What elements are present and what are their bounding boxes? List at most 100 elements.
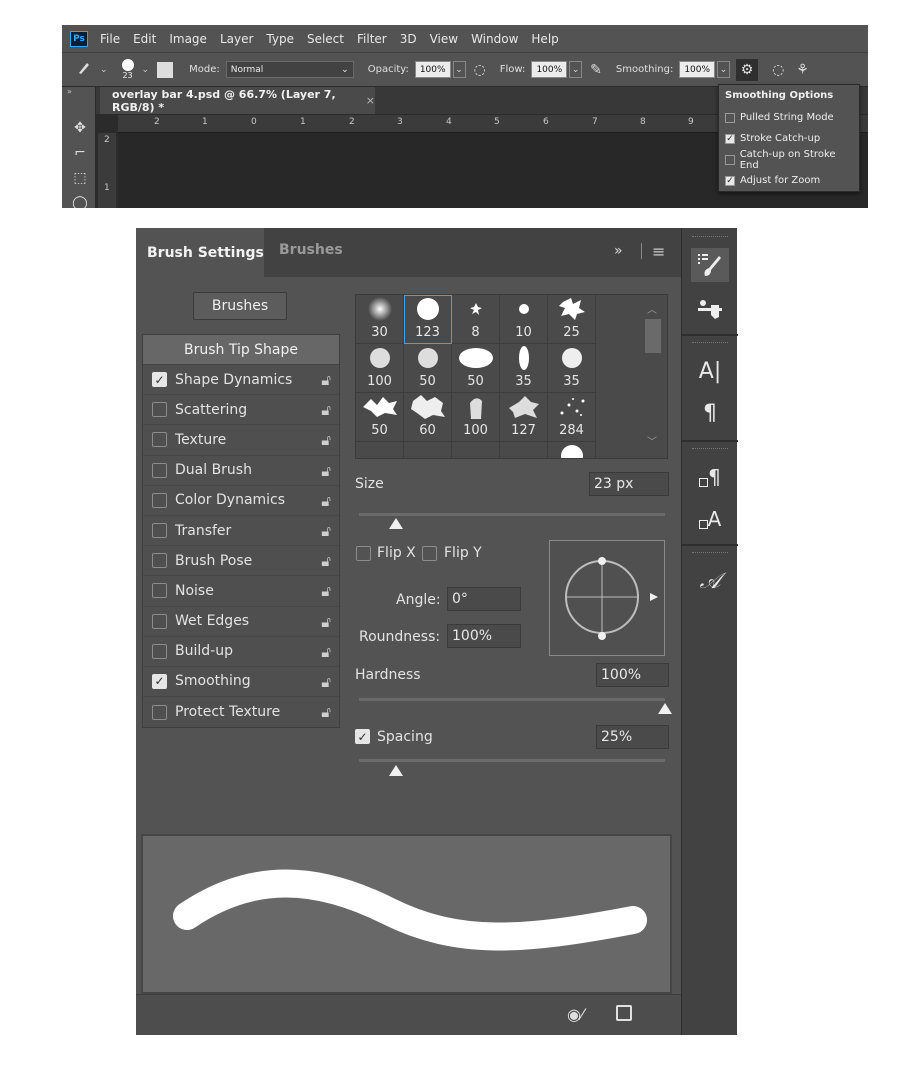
menu-image[interactable]: Image [169, 32, 207, 46]
flow-field[interactable]: 100% [531, 61, 568, 78]
lock-icon[interactable]: 🔓︎ [321, 492, 331, 510]
brush-tip-cell-selected[interactable]: 123 [404, 295, 452, 344]
build-up-checkbox[interactable] [152, 643, 167, 659]
brush-tip-cell[interactable]: 284 [548, 393, 596, 442]
size-field[interactable]: 23 px [589, 472, 669, 496]
option-build-up[interactable]: Build-up 🔓︎ [143, 637, 339, 667]
brushes-dock-icon[interactable] [691, 292, 729, 326]
menu-edit[interactable]: Edit [133, 32, 156, 46]
angle-roundness-widget[interactable] [549, 540, 665, 656]
marquee-tool-icon[interactable]: ⬚ [71, 169, 89, 187]
menu-select[interactable]: Select [307, 32, 344, 46]
flip-x-checkbox[interactable] [356, 546, 371, 561]
expand-panel-icon[interactable]: » [67, 87, 72, 96]
size-slider-handle[interactable] [388, 518, 403, 529]
option-texture[interactable]: Texture 🔓︎ [143, 425, 339, 456]
brush-tip-cell[interactable]: 30 [356, 295, 404, 344]
dock-grip[interactable] [692, 342, 728, 346]
lock-icon[interactable]: 🔓︎ [321, 431, 331, 449]
lock-icon[interactable]: 🔓︎ [321, 552, 331, 570]
brush-tip-shape-item[interactable]: Brush Tip Shape [143, 335, 339, 365]
brush-tip-cell[interactable]: 100 [356, 344, 404, 393]
size-slider-track[interactable] [359, 513, 665, 516]
symmetry-icon[interactable]: ⚘ [796, 62, 809, 78]
scroll-up-icon[interactable]: ︿ [647, 301, 657, 316]
lock-icon[interactable]: 🔓︎ [321, 462, 331, 480]
option-noise[interactable]: Noise 🔓︎ [143, 576, 339, 607]
lock-icon[interactable]: 🔓︎ [321, 643, 331, 661]
brush-tip-cell[interactable]: 35 [500, 344, 548, 393]
dock-grip[interactable] [692, 448, 728, 452]
smoothing-checkbox[interactable]: ✓ [152, 673, 167, 689]
spacing-field[interactable]: 25% [596, 725, 669, 749]
brush-tip-cell[interactable]: 25 [548, 295, 596, 344]
brushes-button[interactable]: Brushes [193, 292, 287, 320]
menu-3d[interactable]: 3D [400, 32, 417, 46]
noise-checkbox[interactable] [152, 583, 167, 599]
hardness-slider-handle[interactable] [658, 703, 672, 714]
protect-texture-checkbox[interactable] [152, 704, 167, 720]
lock-icon[interactable]: 🔓︎ [321, 582, 331, 600]
scrollbar-thumb[interactable] [645, 319, 661, 353]
adjust-for-zoom-checkbox[interactable]: ✓ [725, 175, 735, 186]
menu-layer[interactable]: Layer [220, 32, 253, 46]
lock-icon[interactable]: 🔓︎ [321, 522, 331, 540]
smoothing-field[interactable]: 100% [679, 61, 716, 78]
lock-icon[interactable]: 🔓︎ [321, 613, 331, 631]
brush-tip-cell[interactable]: 127 [500, 393, 548, 442]
stroke-catch-up-option[interactable]: ✓ Stroke Catch-up [725, 128, 853, 149]
lock-icon[interactable]: 🔓︎ [321, 401, 331, 419]
opacity-field[interactable]: 100% [414, 61, 451, 78]
option-smoothing[interactable]: ✓ Smoothing 🔓︎ [143, 667, 339, 698]
brush-tip-cell[interactable]: 8 [452, 295, 500, 344]
opacity-dropdown[interactable]: ⌄ [452, 61, 466, 78]
brush-preset-picker[interactable]: 23 [120, 59, 136, 80]
scattering-checkbox[interactable] [152, 402, 167, 418]
pressure-size-icon[interactable]: ◌ [772, 62, 784, 78]
close-tab-icon[interactable]: × [366, 94, 375, 107]
shape-dynamics-checkbox[interactable]: ✓ [152, 372, 167, 388]
flow-dropdown[interactable]: ⌄ [569, 61, 583, 78]
lock-icon[interactable]: 🔓︎ [321, 371, 331, 389]
mode-select[interactable]: Normal ⌄ [225, 61, 354, 78]
hardness-slider-track[interactable] [359, 698, 665, 701]
scroll-down-icon[interactable]: ﹀ [647, 433, 657, 448]
paragraph-dock-icon[interactable]: ¶ [691, 396, 729, 430]
stroke-catch-up-checkbox[interactable]: ✓ [725, 133, 735, 144]
collapse-panel-icon[interactable]: » [614, 243, 623, 259]
brush-settings-dock-icon[interactable] [691, 248, 729, 282]
paragraph-styles-dock-icon[interactable]: ¶ [691, 460, 729, 494]
wet-edges-checkbox[interactable] [152, 613, 167, 629]
color-dynamics-checkbox[interactable] [152, 492, 167, 508]
menu-filter[interactable]: Filter [357, 32, 387, 46]
catch-up-on-stroke-end-checkbox[interactable] [725, 154, 735, 165]
character-styles-dock-icon[interactable]: A [691, 502, 729, 536]
brush-tip-cell[interactable]: 100 [452, 393, 500, 442]
menu-help[interactable]: Help [531, 32, 558, 46]
pulled-string-mode-option[interactable]: Pulled String Mode [725, 107, 853, 128]
texture-checkbox[interactable] [152, 432, 167, 448]
menu-file[interactable]: File [100, 32, 120, 46]
flip-y-checkbox[interactable] [422, 546, 437, 561]
pulled-string-mode-checkbox[interactable] [725, 112, 735, 123]
brush-tip-cell[interactable]: 60 [404, 393, 452, 442]
option-wet-edges[interactable]: Wet Edges 🔓︎ [143, 607, 339, 637]
brush-tip-cell[interactable]: 50 [356, 393, 404, 442]
menu-type[interactable]: Type [266, 32, 294, 46]
spacing-slider-track[interactable] [359, 759, 665, 762]
menu-view[interactable]: View [430, 32, 458, 46]
brush-tip-cell[interactable] [548, 442, 596, 458]
lasso-tool-icon[interactable]: ◯ [71, 194, 89, 208]
tool-preset-chevron-icon[interactable]: ⌄ [100, 65, 108, 75]
create-new-brush-icon[interactable] [616, 1005, 632, 1021]
airbrush-icon[interactable]: ✎ [590, 62, 602, 78]
angle-field[interactable]: 0° [447, 587, 521, 611]
brush-tip-cell[interactable] [452, 442, 500, 458]
brush-picker-chevron-icon[interactable]: ⌄ [142, 65, 150, 75]
brush-pose-checkbox[interactable] [152, 553, 167, 569]
pressure-opacity-icon[interactable]: ◌ [474, 62, 486, 78]
option-color-dynamics[interactable]: Color Dynamics 🔓︎ [143, 486, 339, 516]
panel-menu-icon[interactable]: ≡ [652, 242, 665, 261]
brush-tip-cell[interactable] [500, 442, 548, 458]
adjust-for-zoom-option[interactable]: ✓ Adjust for Zoom [725, 170, 853, 191]
